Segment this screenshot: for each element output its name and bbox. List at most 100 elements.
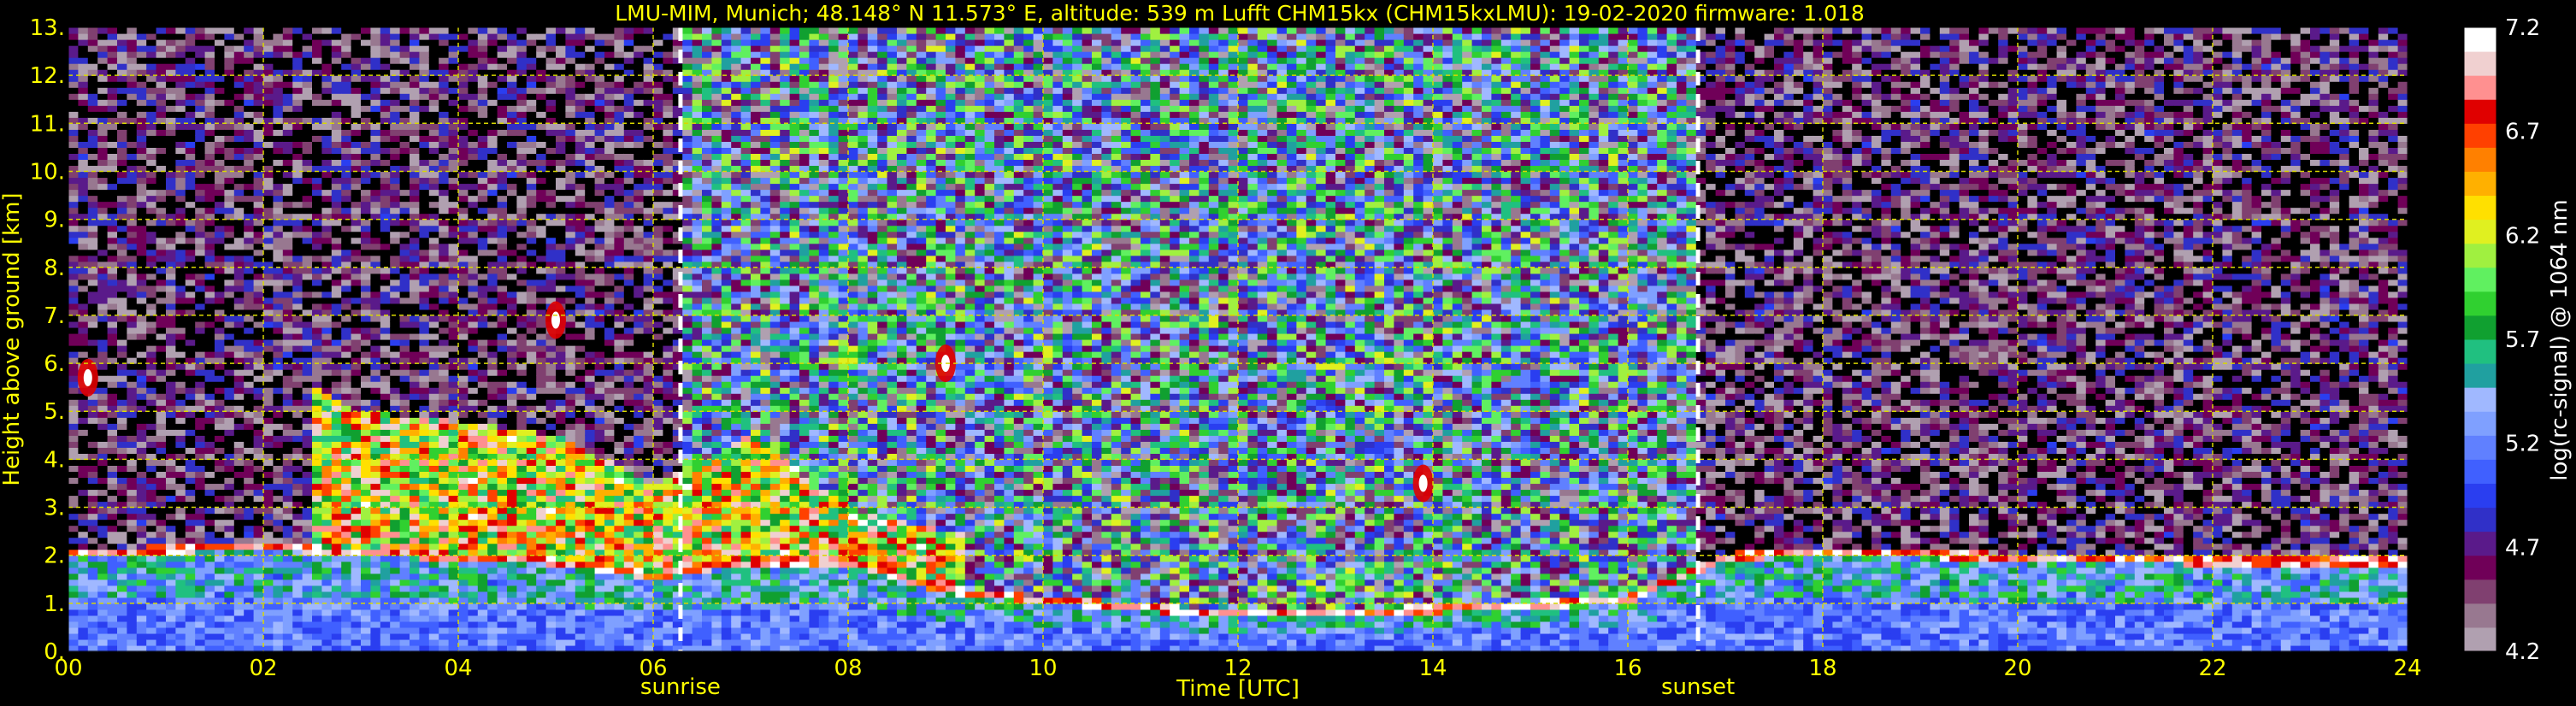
heatmap-cell	[224, 393, 235, 400]
heatmap-cell	[244, 381, 255, 388]
heatmap-cell	[312, 105, 322, 112]
heatmap-cell	[282, 638, 293, 646]
heatmap-cell	[244, 513, 255, 521]
heatmap-cell	[428, 567, 439, 574]
heatmap-cell	[448, 183, 459, 191]
heatmap-cell	[341, 87, 352, 94]
heatmap-cell	[282, 441, 293, 448]
heatmap-cell	[292, 423, 304, 430]
heatmap-cell	[166, 237, 176, 244]
heatmap-cell	[253, 297, 264, 304]
heatmap-cell	[477, 543, 488, 550]
heatmap-cell	[341, 273, 352, 280]
heatmap-cell	[419, 423, 430, 430]
heatmap-cell	[526, 189, 537, 197]
heatmap-cell	[97, 45, 109, 52]
heatmap-cell	[117, 87, 127, 94]
heatmap-cell	[448, 363, 459, 370]
heatmap-cell	[361, 567, 371, 574]
heatmap-cell	[497, 519, 508, 527]
heatmap-cell	[253, 477, 264, 485]
heatmap-cell	[127, 249, 138, 256]
heatmap-cell	[87, 632, 98, 640]
heatmap-cell	[136, 291, 147, 298]
heatmap-cell	[292, 267, 304, 274]
heatmap-cell	[399, 51, 410, 58]
heatmap-cell	[516, 135, 528, 142]
heatmap-cell	[321, 207, 333, 215]
heatmap-cell	[127, 525, 138, 532]
heatmap-cell	[136, 141, 147, 148]
heatmap-cell	[292, 411, 304, 418]
heatmap-cell	[507, 465, 517, 473]
heatmap-cell	[78, 561, 89, 568]
heatmap-cell	[292, 123, 304, 130]
heatmap-cell	[166, 615, 176, 622]
heatmap-cell	[215, 219, 225, 227]
heatmap-cell	[507, 351, 517, 358]
heatmap-cell	[195, 585, 206, 592]
heatmap-cell	[185, 243, 196, 250]
heatmap-cell	[233, 381, 245, 388]
heatmap-cell	[448, 423, 459, 430]
heatmap-cell	[302, 75, 313, 82]
heatmap-cell	[468, 225, 479, 232]
heatmap-cell	[117, 195, 127, 203]
heatmap-cell	[127, 399, 138, 406]
heatmap-cell	[156, 429, 167, 436]
heatmap-cell	[146, 27, 157, 34]
heatmap-cell	[253, 315, 264, 322]
heatmap-cell	[273, 519, 284, 527]
heatmap-cell	[468, 243, 479, 250]
heatmap-cell	[185, 423, 196, 430]
heatmap-cell	[166, 291, 176, 298]
heatmap-cell	[516, 303, 528, 310]
heatmap-cell	[273, 447, 284, 454]
heatmap-cell	[156, 483, 167, 491]
heatmap-cell	[233, 537, 245, 544]
heatmap-cell	[321, 141, 333, 148]
heatmap-cell	[516, 632, 528, 640]
heatmap-cell	[302, 387, 313, 394]
heatmap-cell	[526, 291, 537, 298]
heatmap-cell	[185, 465, 196, 473]
heatmap-cell	[507, 513, 517, 521]
heatmap-cell	[428, 483, 439, 491]
heatmap-cell	[468, 249, 479, 256]
heatmap-cell	[156, 243, 167, 250]
heatmap-cell	[215, 231, 225, 238]
heatmap-cell	[380, 33, 391, 40]
heatmap-cell	[204, 615, 215, 622]
heatmap-cell	[341, 45, 352, 52]
heatmap-cell	[351, 291, 362, 298]
heatmap-cell	[244, 93, 255, 100]
heatmap-cell	[302, 111, 313, 118]
heatmap-cell	[166, 609, 176, 616]
heatmap-cell	[468, 99, 479, 106]
heatmap-cell	[136, 339, 147, 346]
heatmap-cell	[195, 57, 206, 64]
heatmap-cell	[185, 297, 196, 304]
heatmap-cell	[390, 273, 401, 280]
heatmap-cell	[497, 285, 508, 292]
heatmap-cell	[292, 399, 304, 406]
heatmap-cell	[253, 519, 264, 527]
heatmap-cell	[428, 315, 439, 322]
heatmap-cell	[175, 189, 186, 197]
heatmap-cell	[292, 141, 304, 148]
heatmap-cell	[419, 345, 430, 352]
heatmap-cell	[380, 201, 391, 209]
heatmap-cell	[399, 75, 410, 82]
heatmap-cell	[117, 201, 127, 209]
heatmap-cell	[312, 27, 322, 34]
heatmap-cell	[341, 33, 352, 40]
heatmap-cell	[428, 171, 439, 179]
heatmap-cell	[204, 411, 215, 418]
heatmap-cell	[497, 75, 508, 82]
heatmap-cell	[410, 537, 420, 544]
heatmap-cell	[215, 644, 225, 652]
heatmap-cell	[448, 417, 459, 424]
heatmap-cell	[175, 399, 186, 406]
heatmap-cell	[68, 429, 79, 436]
heatmap-cell	[526, 525, 537, 532]
